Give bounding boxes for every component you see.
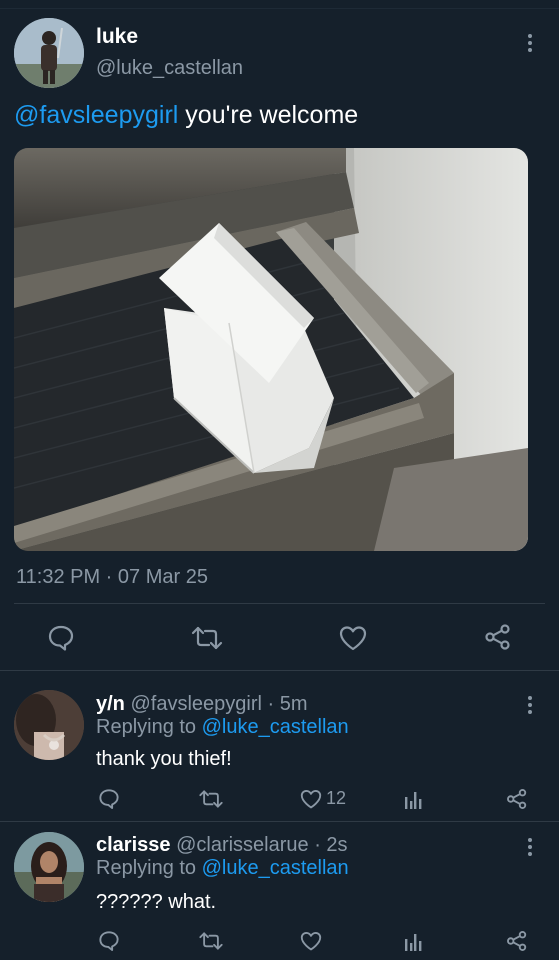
- like-icon[interactable]: [300, 789, 322, 809]
- replying-to-line: Replying to @luke_castellan: [96, 857, 349, 880]
- more-icon[interactable]: [527, 34, 533, 52]
- like-icon[interactable]: [300, 931, 322, 951]
- reply-handle-time[interactable]: @favsleepygirl · 5m: [130, 693, 307, 715]
- reply-tweet: y/n @favsleepygirl · 5m Replying to @luk…: [0, 671, 559, 821]
- avatar[interactable]: [14, 832, 84, 902]
- reply-icon[interactable]: [98, 788, 120, 810]
- replying-to-label: Replying to: [96, 716, 202, 738]
- reply-text: thank you thief!: [96, 748, 232, 770]
- replying-to-label: Replying to: [96, 857, 202, 879]
- main-tweet: luke @luke_castellan @favsleepygirl you'…: [0, 0, 559, 670]
- reply-tweet: clarisse @clarisselarue · 2s Replying to…: [0, 822, 559, 960]
- like-count: 12: [326, 788, 347, 808]
- timestamp-divider: [14, 603, 545, 604]
- tweet-timestamp: 11:32 PM · 07 Mar 25: [16, 566, 208, 588]
- reply-handle-time[interactable]: @clarisselarue · 2s: [176, 834, 347, 856]
- reply-display-name[interactable]: clarisse: [96, 834, 171, 856]
- share-icon[interactable]: [506, 788, 528, 810]
- replying-to-line: Replying to @luke_castellan: [96, 716, 349, 739]
- reply-icon[interactable]: [47, 624, 75, 652]
- display-name[interactable]: luke: [96, 25, 138, 49]
- user-handle[interactable]: @luke_castellan: [96, 57, 243, 80]
- analytics-icon[interactable]: [404, 789, 422, 809]
- analytics-icon[interactable]: [404, 931, 422, 951]
- avatar[interactable]: [14, 18, 84, 88]
- tweet-text: @favsleepygirl you're welcome: [14, 101, 358, 130]
- tweet-media-image[interactable]: [14, 148, 528, 551]
- avatar[interactable]: [14, 690, 84, 760]
- more-icon[interactable]: [527, 696, 533, 714]
- share-icon[interactable]: [484, 623, 512, 651]
- retweet-icon[interactable]: [190, 624, 224, 652]
- reply-icon[interactable]: [98, 930, 120, 952]
- reply-header: y/n @favsleepygirl · 5m: [96, 693, 308, 716]
- reply-text: ?????? what.: [96, 891, 217, 913]
- retweet-icon[interactable]: [198, 788, 224, 810]
- more-icon[interactable]: [527, 838, 533, 856]
- mention-link[interactable]: @favsleepygirl: [14, 101, 178, 129]
- reply-header: clarisse @clarisselarue · 2s: [96, 834, 348, 857]
- retweet-icon[interactable]: [198, 930, 224, 952]
- tweet-body: you're welcome: [178, 101, 359, 129]
- share-icon[interactable]: [506, 930, 528, 952]
- like-icon[interactable]: [339, 625, 367, 651]
- reply-display-name[interactable]: y/n: [96, 693, 125, 715]
- replying-to-link[interactable]: @luke_castellan: [202, 716, 349, 738]
- replying-to-link[interactable]: @luke_castellan: [202, 857, 349, 879]
